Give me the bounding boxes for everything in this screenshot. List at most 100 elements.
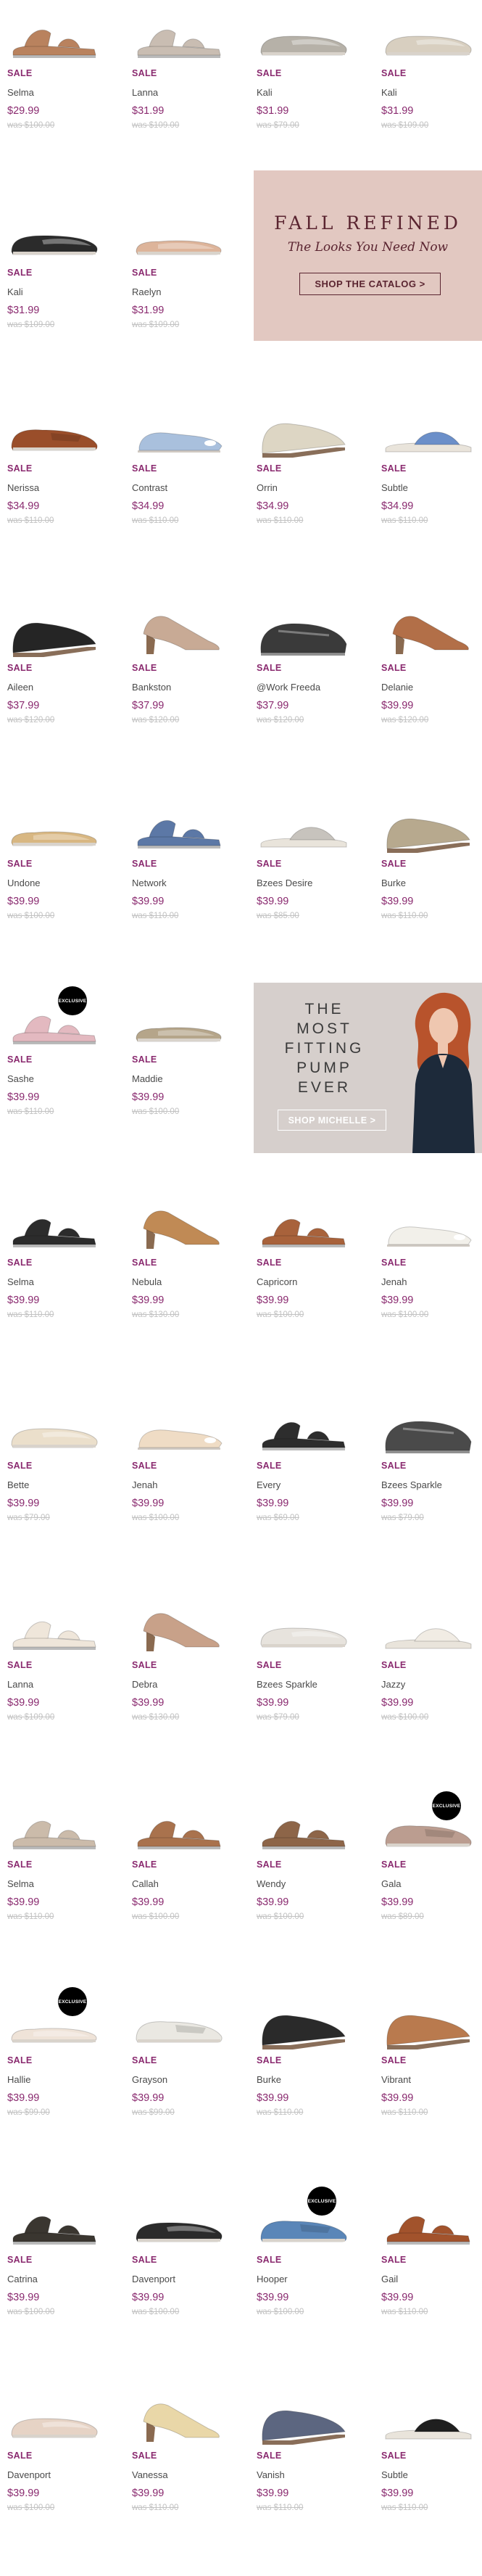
product-image[interactable] [374, 599, 481, 661]
product-tile[interactable]: SALE Lanna $31.99 was $109.00 [125, 4, 232, 149]
product-name[interactable]: Undone [7, 878, 41, 888]
product-name[interactable]: @Work Freeda [257, 682, 320, 693]
product-tile[interactable]: SALE Subtle $34.99 was $110.00 [374, 400, 481, 545]
product-image[interactable] [125, 599, 232, 661]
fitting-pump-banner[interactable]: THE MOST FITTING PUMP EVER SHOP MICHELLE… [254, 983, 482, 1153]
product-image[interactable] [374, 1596, 481, 1659]
product-image[interactable] [249, 400, 357, 462]
product-name[interactable]: Subtle [381, 2469, 408, 2480]
product-image[interactable] [0, 204, 107, 266]
product-name[interactable]: Burke [381, 878, 406, 888]
product-tile[interactable]: SALE Davenport $39.99 was $100.00 [0, 2387, 107, 2532]
product-name[interactable]: Davenport [132, 2274, 175, 2284]
product-name[interactable]: Lanna [7, 1679, 33, 1690]
product-image[interactable] [125, 991, 232, 1053]
product-image[interactable] [125, 1194, 232, 1256]
product-tile[interactable]: SALE Bzees Sparkle $39.99 was $79.00 [249, 1596, 357, 1741]
product-name[interactable]: Bzees Sparkle [381, 1479, 442, 1490]
product-tile[interactable]: SALE Kali $31.99 was $109.00 [374, 4, 481, 149]
product-image[interactable] [249, 1596, 357, 1659]
product-image[interactable] [374, 1796, 481, 1858]
product-image[interactable] [0, 795, 107, 857]
product-name[interactable]: Every [257, 1479, 281, 1490]
product-tile[interactable]: SALE Jenah $39.99 was $100.00 [374, 1194, 481, 1339]
shop-michelle-button[interactable]: SHOP MICHELLE > [278, 1110, 386, 1131]
product-image[interactable] [125, 204, 232, 266]
product-image[interactable] [0, 2387, 107, 2449]
product-tile[interactable]: SALE Burke $39.99 was $110.00 [374, 795, 481, 940]
product-tile[interactable]: SALE Nerissa $34.99 was $110.00 [0, 400, 107, 545]
product-tile[interactable]: SALE Selma $39.99 was $110.00 [0, 1796, 107, 1941]
product-image[interactable] [125, 2387, 232, 2449]
product-tile[interactable]: SALE Network $39.99 was $110.00 [125, 795, 232, 940]
product-image[interactable] [125, 1796, 232, 1858]
product-image[interactable] [249, 795, 357, 857]
product-tile[interactable]: SALE Gail $39.99 was $110.00 [374, 2191, 481, 2336]
product-tile[interactable]: SALE Bzees Desire $39.99 was $85.00 [249, 795, 357, 940]
product-image[interactable] [374, 1991, 481, 2054]
product-tile[interactable]: SALE Catrina $39.99 was $100.00 [0, 2191, 107, 2336]
product-name[interactable]: Kali [381, 87, 397, 98]
product-name[interactable]: Vanish [257, 2469, 285, 2480]
product-name[interactable]: Bankston [132, 682, 171, 693]
product-tile[interactable]: SALE @Work Freeda $37.99 was $120.00 [249, 599, 357, 744]
product-image[interactable] [249, 1991, 357, 2054]
product-name[interactable]: Lanna [132, 87, 158, 98]
product-tile[interactable]: SALE Kali $31.99 was $109.00 [0, 204, 107, 349]
product-name[interactable]: Debra [132, 1679, 157, 1690]
product-image[interactable] [249, 2387, 357, 2449]
product-image[interactable] [249, 1194, 357, 1256]
product-image[interactable] [0, 599, 107, 661]
product-name[interactable]: Jenah [132, 1479, 157, 1490]
product-image[interactable] [0, 1796, 107, 1858]
product-image[interactable] [0, 1991, 107, 2054]
product-tile[interactable]: SALE Selma $39.99 was $110.00 [0, 1194, 107, 1339]
product-image[interactable] [374, 2387, 481, 2449]
product-name[interactable]: Aileen [7, 682, 33, 693]
product-tile[interactable]: SALE Jenah $39.99 was $100.00 [125, 1397, 232, 1542]
product-tile[interactable]: SALE Vanish $39.99 was $110.00 [249, 2387, 357, 2532]
product-image[interactable] [374, 2191, 481, 2253]
product-tile[interactable]: SALE Debra $39.99 was $130.00 [125, 1596, 232, 1741]
product-name[interactable]: Gail [381, 2274, 398, 2284]
product-tile[interactable]: SALE Selma $29.99 was $100.00 [0, 4, 107, 149]
product-name[interactable]: Nerissa [7, 482, 39, 493]
fall-refined-banner[interactable]: FALL REFINED The Looks You Need Now SHOP… [254, 170, 482, 341]
product-image[interactable] [249, 2191, 357, 2253]
product-image[interactable] [0, 4, 107, 67]
product-image[interactable] [0, 991, 107, 1053]
product-tile[interactable]: SALE Bette $39.99 was $79.00 [0, 1397, 107, 1542]
product-image[interactable] [125, 1596, 232, 1659]
product-tile[interactable]: SALE Orrin $34.99 was $110.00 [249, 400, 357, 545]
product-image[interactable] [0, 1596, 107, 1659]
product-tile[interactable]: SALE Wendy $39.99 was $100.00 [249, 1796, 357, 1941]
product-name[interactable]: Kali [257, 87, 273, 98]
product-tile[interactable]: SALE Contrast $34.99 was $110.00 [125, 400, 232, 545]
product-tile[interactable]: SALE Lanna $39.99 was $109.00 [0, 1596, 107, 1741]
product-name[interactable]: Jazzy [381, 1679, 405, 1690]
product-image[interactable] [125, 4, 232, 67]
product-image[interactable] [125, 1397, 232, 1459]
product-name[interactable]: Bette [7, 1479, 29, 1490]
product-tile[interactable]: SALE Jazzy $39.99 was $100.00 [374, 1596, 481, 1741]
product-tile[interactable]: SALE Nebula $39.99 was $130.00 [125, 1194, 232, 1339]
product-name[interactable]: Kali [7, 286, 23, 297]
product-tile[interactable]: SALE Grayson $39.99 was $99.00 [125, 1991, 232, 2137]
product-image[interactable] [374, 1397, 481, 1459]
product-name[interactable]: Orrin [257, 482, 278, 493]
product-name[interactable]: Delanie [381, 682, 413, 693]
product-image[interactable] [125, 795, 232, 857]
product-name[interactable]: Selma [7, 87, 34, 98]
product-tile[interactable]: SALE Aileen $37.99 was $120.00 [0, 599, 107, 744]
product-tile[interactable]: SALE Undone $39.99 was $100.00 [0, 795, 107, 940]
product-name[interactable]: Raelyn [132, 286, 161, 297]
product-image[interactable] [249, 1796, 357, 1858]
product-tile[interactable]: SALE Every $39.99 was $69.00 [249, 1397, 357, 1542]
product-name[interactable]: Bzees Sparkle [257, 1679, 317, 1690]
product-name[interactable]: Maddie [132, 1073, 163, 1084]
product-tile[interactable]: SALE Capricorn $39.99 was $100.00 [249, 1194, 357, 1339]
product-name[interactable]: Grayson [132, 2074, 167, 2085]
product-name[interactable]: Bzees Desire [257, 878, 312, 888]
product-name[interactable]: Selma [7, 1276, 34, 1287]
product-image[interactable] [0, 2191, 107, 2253]
